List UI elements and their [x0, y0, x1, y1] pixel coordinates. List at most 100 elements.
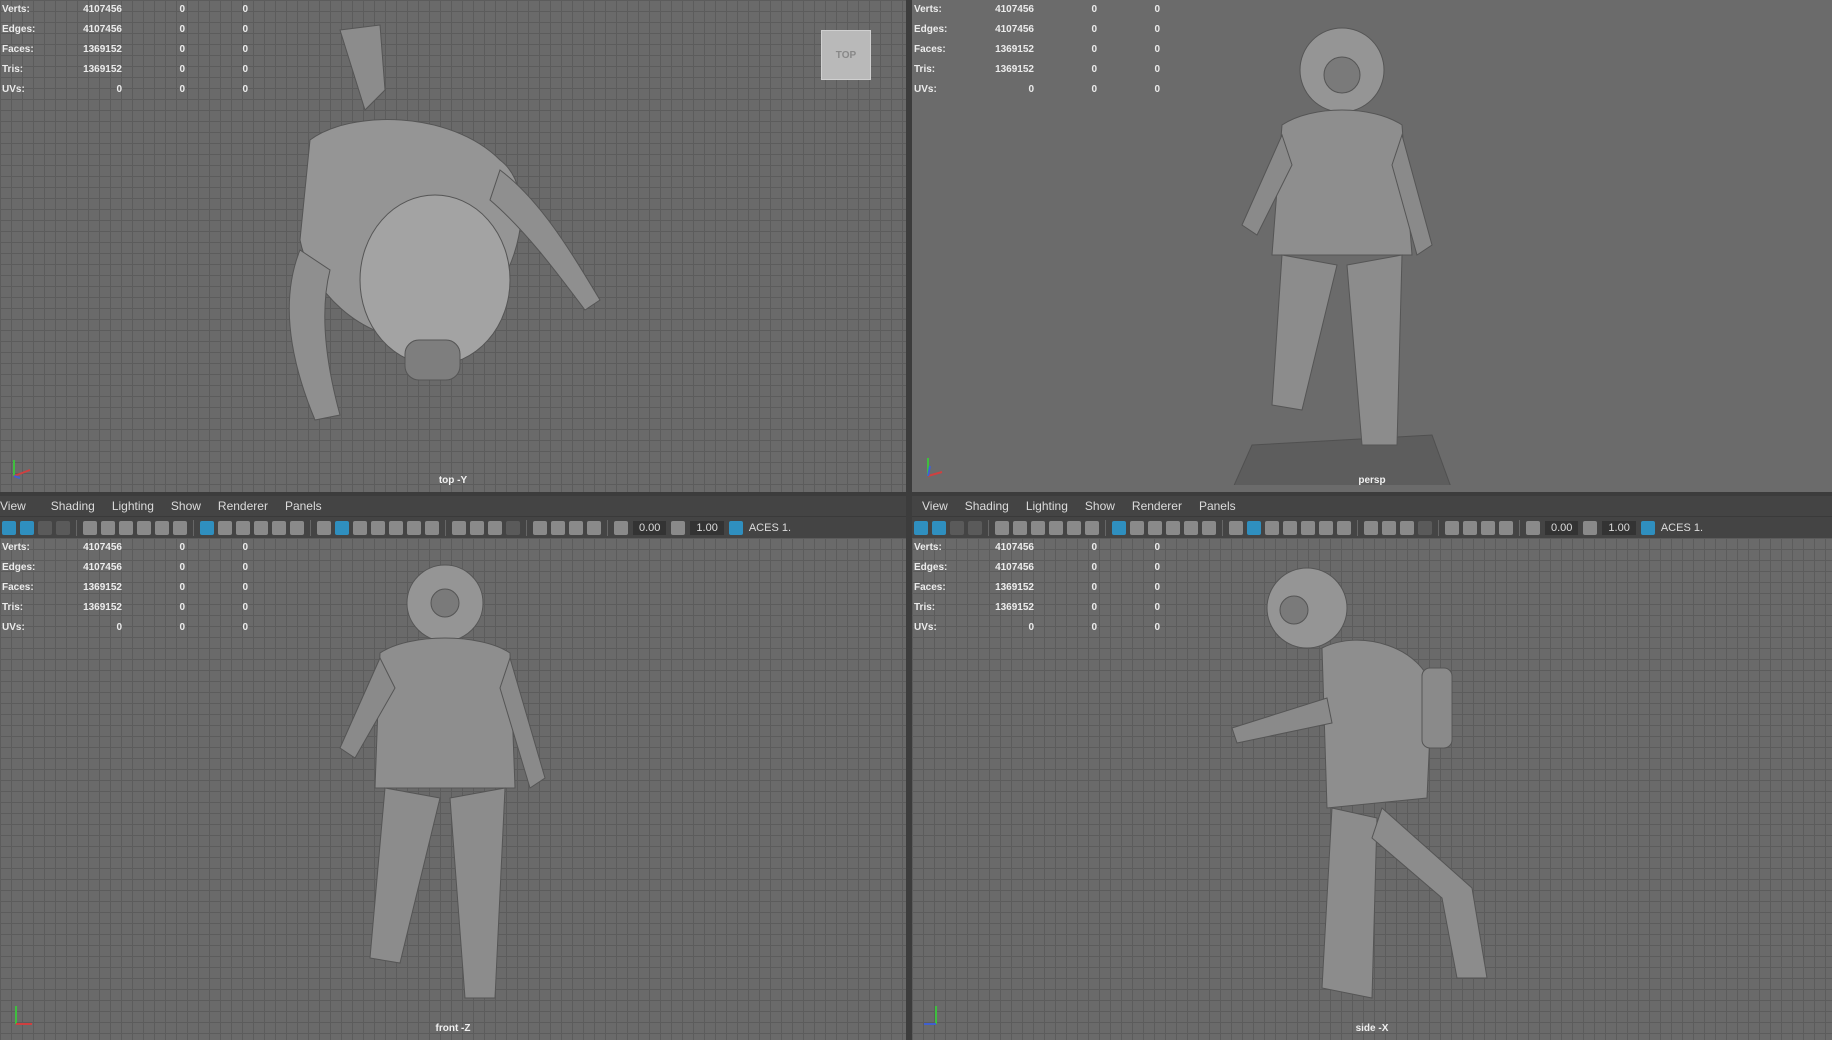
bookmark-icon[interactable] [38, 521, 52, 535]
menu-lighting[interactable]: Lighting [112, 499, 154, 513]
xray-icon[interactable] [551, 521, 565, 535]
resolution-gate-icon[interactable] [1067, 521, 1081, 535]
viewport-side[interactable]: View Shading Lighting Show Renderer Pane… [912, 496, 1832, 1040]
resolution-gate-icon[interactable] [155, 521, 169, 535]
isolate-select-icon[interactable] [1445, 521, 1459, 535]
menu-panels[interactable]: Panels [1199, 499, 1236, 513]
camera-attributes-icon[interactable] [20, 521, 34, 535]
safe-title-icon[interactable] [254, 521, 268, 535]
viewport-front[interactable]: View Shading Lighting Show Renderer Pane… [0, 496, 906, 1040]
exposure-field[interactable]: 0.00 [633, 521, 667, 535]
panel-toolbar: 0.00 1.00 ACES 1. [912, 516, 1832, 539]
lights-icon[interactable] [1319, 521, 1333, 535]
backface-culling-icon[interactable] [1499, 521, 1513, 535]
motion-blur-icon[interactable] [470, 521, 484, 535]
field-chart-icon[interactable] [1130, 521, 1144, 535]
depth-of-field-icon[interactable] [1418, 521, 1432, 535]
menu-panels[interactable]: Panels [285, 499, 322, 513]
film-gate-icon[interactable] [1049, 521, 1063, 535]
menu-renderer[interactable]: Renderer [218, 499, 268, 513]
xray-joints-icon[interactable] [1481, 521, 1495, 535]
wireframe-icon[interactable] [317, 521, 331, 535]
color-management-icon[interactable] [1640, 521, 1655, 535]
lights-icon[interactable] [407, 521, 421, 535]
ambient-occlusion-icon[interactable] [452, 521, 466, 535]
isolate-select-icon[interactable] [533, 521, 547, 535]
image-plane-icon[interactable] [968, 521, 982, 535]
shadows-icon[interactable] [425, 521, 439, 535]
exposure-icon[interactable] [1526, 521, 1540, 535]
film-gate-icon[interactable] [137, 521, 151, 535]
text-tool-icon[interactable] [1202, 521, 1216, 535]
pane-divider-horizontal[interactable] [0, 492, 1832, 496]
xray-icon[interactable] [1463, 521, 1477, 535]
wireframe-on-shaded-icon[interactable] [371, 521, 385, 535]
color-management-icon[interactable] [728, 521, 743, 535]
text-tool-icon[interactable] [290, 521, 304, 535]
viewcube[interactable]: TOP [821, 30, 871, 80]
bookmark-icon[interactable] [950, 521, 964, 535]
diver-model-front[interactable] [330, 558, 560, 1018]
gamma-field[interactable]: 1.00 [1602, 521, 1636, 535]
menu-show[interactable]: Show [171, 499, 201, 513]
select-camera-icon[interactable] [914, 521, 928, 535]
textured-icon[interactable] [1301, 521, 1315, 535]
menu-view[interactable]: View [922, 499, 948, 513]
camera-attributes-icon[interactable] [932, 521, 946, 535]
motion-blur-icon[interactable] [1382, 521, 1396, 535]
textured-icon[interactable] [389, 521, 403, 535]
gamma-icon[interactable] [671, 521, 686, 535]
grid-toggle-icon[interactable] [200, 521, 214, 535]
safe-title-icon[interactable] [1166, 521, 1180, 535]
gate-mask-icon[interactable] [173, 521, 187, 535]
menu-lighting[interactable]: Lighting [1026, 499, 1068, 513]
camera-lock-icon[interactable] [1031, 521, 1045, 535]
backface-culling-icon[interactable] [587, 521, 601, 535]
grease-pencil-icon[interactable] [101, 521, 115, 535]
image-plane-icon[interactable] [56, 521, 70, 535]
viewport-top[interactable]: Verts: 4107456 0 0 Edges: 4107456 0 0 Faces: 13… [0, 0, 906, 492]
diver-model-side[interactable] [1212, 558, 1532, 1018]
2d-pan-zoom-icon[interactable] [995, 521, 1009, 535]
gate-mask-icon[interactable] [1085, 521, 1099, 535]
view-transform-label[interactable]: ACES 1. [1661, 522, 1703, 534]
anti-aliasing-icon[interactable] [488, 521, 502, 535]
camera-lock-icon[interactable] [119, 521, 133, 535]
default-material-icon[interactable] [1265, 521, 1279, 535]
menu-view[interactable]: View [0, 499, 26, 513]
smooth-shade-icon[interactable] [335, 521, 349, 535]
exposure-field[interactable]: 0.00 [1545, 521, 1579, 535]
menu-shading[interactable]: Shading [965, 499, 1009, 513]
gamma-icon[interactable] [1583, 521, 1598, 535]
exposure-icon[interactable] [614, 521, 628, 535]
shadows-icon[interactable] [1337, 521, 1351, 535]
smooth-shade-icon[interactable] [1247, 521, 1261, 535]
safe-action-icon[interactable] [236, 521, 250, 535]
menu-show[interactable]: Show [1085, 499, 1115, 513]
depth-of-field-icon[interactable] [506, 521, 520, 535]
default-material-icon[interactable] [353, 521, 367, 535]
anti-aliasing-icon[interactable] [1400, 521, 1414, 535]
diver-model-top[interactable] [270, 20, 620, 470]
viewport-persp[interactable]: Verts: 4107456 0 0 Edges: 4107456 0 0 Faces: 13… [912, 0, 1832, 492]
view-transform-label[interactable]: ACES 1. [749, 522, 791, 534]
diver-model-persp[interactable] [1212, 15, 1472, 485]
2d-pan-zoom-icon[interactable] [83, 521, 97, 535]
wireframe-on-shaded-icon[interactable] [1283, 521, 1297, 535]
gamma-field[interactable]: 1.00 [690, 521, 724, 535]
toggle-view-icon[interactable] [272, 521, 286, 535]
xray-joints-icon[interactable] [569, 521, 583, 535]
select-camera-icon[interactable] [2, 521, 16, 535]
pane-divider-vertical[interactable] [906, 0, 912, 1040]
safe-action-icon[interactable] [1148, 521, 1162, 535]
field-chart-icon[interactable] [218, 521, 232, 535]
hud-row-tris: Tris: 1369152 0 0 [2, 64, 248, 75]
toggle-view-icon[interactable] [1184, 521, 1198, 535]
wireframe-icon[interactable] [1229, 521, 1243, 535]
menu-renderer[interactable]: Renderer [1132, 499, 1182, 513]
menu-shading[interactable]: Shading [51, 499, 95, 513]
toolbar-separator [1105, 520, 1106, 536]
grid-toggle-icon[interactable] [1112, 521, 1126, 535]
ambient-occlusion-icon[interactable] [1364, 521, 1378, 535]
grease-pencil-icon[interactable] [1013, 521, 1027, 535]
